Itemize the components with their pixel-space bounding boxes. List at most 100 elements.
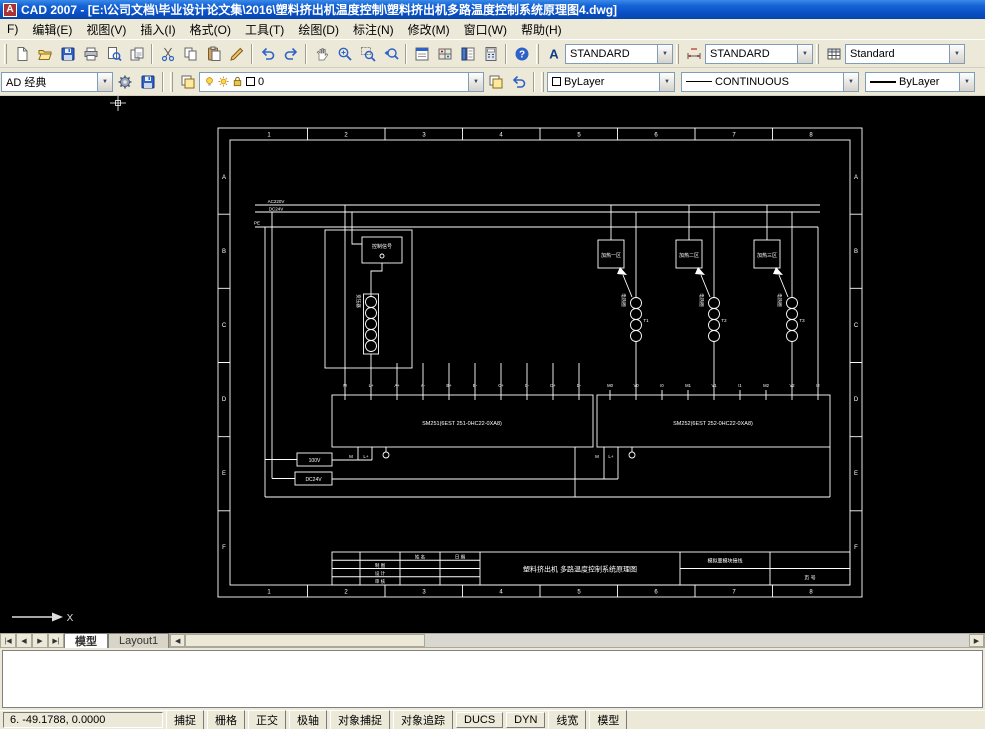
properties-button[interactable] <box>410 42 433 65</box>
make-object-layer-current-button[interactable] <box>484 70 507 93</box>
prev-tab-button[interactable]: ◀ <box>16 633 32 648</box>
redo-button[interactable] <box>279 42 302 65</box>
toolbar-grip[interactable] <box>541 71 544 92</box>
menu-window[interactable]: 窗口(W) <box>457 18 514 41</box>
chevron-down-icon[interactable]: ▼ <box>949 44 964 63</box>
scroll-right-icon[interactable]: ▶ <box>969 634 984 647</box>
toggle-lwt[interactable]: 线宽 <box>548 710 587 729</box>
chevron-down-icon[interactable]: ▼ <box>97 72 112 91</box>
toggle-ducs[interactable]: DUCS <box>456 712 504 728</box>
plot-button[interactable] <box>79 42 102 65</box>
toggle-snap[interactable]: 捕捉 <box>166 710 204 729</box>
coordinate-display[interactable]: 6. -49.1788, 0.0000 <box>3 712 163 728</box>
text-style-button[interactable] <box>542 42 565 65</box>
menu-tools[interactable]: 工具(T) <box>238 18 291 41</box>
toggle-otrack[interactable]: 对象追踪 <box>393 710 453 729</box>
toggle-grid[interactable]: 栅格 <box>207 710 245 729</box>
menu-format[interactable]: 格式(O) <box>183 18 238 41</box>
bulb-icon[interactable] <box>204 76 215 87</box>
layer-previous-button[interactable] <box>507 70 530 93</box>
svg-text:C: C <box>222 323 227 329</box>
copy-icon <box>183 46 199 62</box>
help-button[interactable] <box>510 42 533 65</box>
paste-button[interactable] <box>202 42 225 65</box>
svg-text:电热圈: 电热圈 <box>776 293 783 307</box>
toggle-osnap[interactable]: 对象捕捉 <box>330 710 390 729</box>
toolbar-grip[interactable] <box>536 43 539 64</box>
sun-icon[interactable] <box>218 76 229 87</box>
scrollbar-thumb[interactable] <box>185 634 426 647</box>
toolbar-grip[interactable] <box>4 43 7 64</box>
chevron-down-icon[interactable]: ▼ <box>843 72 858 91</box>
tab-layout1[interactable]: Layout1 <box>108 633 170 648</box>
svg-text:8: 8 <box>809 133 813 139</box>
table-style-button[interactable] <box>822 42 845 65</box>
workspace-settings-button[interactable] <box>113 70 136 93</box>
toggle-dyn[interactable]: DYN <box>506 712 546 728</box>
dim-style-combo[interactable]: STANDARD ▼ <box>705 43 813 64</box>
chevron-down-icon[interactable]: ▼ <box>657 44 672 63</box>
open-file-button[interactable] <box>33 42 56 65</box>
save-workspace-button[interactable] <box>136 70 159 93</box>
toolbar-grip[interactable] <box>170 71 173 92</box>
toggle-model[interactable]: 模型 <box>589 710 628 729</box>
menu-draw[interactable]: 绘图(D) <box>291 18 346 41</box>
menu-view[interactable]: 视图(V) <box>79 18 133 41</box>
toggle-ortho[interactable]: 正交 <box>248 710 286 729</box>
plot-preview-button[interactable] <box>102 42 125 65</box>
toolbar-separator <box>162 71 164 92</box>
toggle-polar[interactable]: 极轴 <box>289 710 327 729</box>
horizontal-scrollbar[interactable]: ◀ ▶ <box>169 633 985 648</box>
save-button[interactable] <box>56 42 79 65</box>
chevron-down-icon[interactable]: ▼ <box>797 44 812 63</box>
cut-button[interactable] <box>156 42 179 65</box>
new-file-button[interactable] <box>10 42 33 65</box>
scrollbar-track[interactable] <box>425 634 969 647</box>
toolbar-grip[interactable] <box>676 43 679 64</box>
menu-file[interactable]: F) <box>0 19 25 39</box>
zoom-previous-button[interactable] <box>379 42 402 65</box>
menu-edit[interactable]: 编辑(E) <box>25 18 79 41</box>
scroll-left-icon[interactable]: ◀ <box>170 634 186 647</box>
publish-icon <box>129 46 145 62</box>
match-properties-button[interactable] <box>225 42 248 65</box>
workspace-combo[interactable]: AD 经典 ▼ <box>1 71 113 92</box>
publish-button[interactable] <box>125 42 148 65</box>
svg-text:D+: D+ <box>550 383 556 388</box>
menu-insert[interactable]: 插入(I) <box>133 18 182 41</box>
quickcalc-button[interactable] <box>479 42 502 65</box>
layer-combo[interactable]: 0 ▼ <box>199 71 484 92</box>
dim-style-button[interactable] <box>682 42 705 65</box>
chevron-down-icon[interactable]: ▼ <box>468 72 483 91</box>
command-line-input[interactable] <box>2 650 983 708</box>
zoom-realtime-button[interactable] <box>333 42 356 65</box>
last-tab-button[interactable]: ▶| <box>48 633 64 648</box>
next-tab-button[interactable]: ▶ <box>32 633 48 648</box>
chevron-down-icon[interactable]: ▼ <box>659 72 674 91</box>
match-properties-icon <box>229 46 245 62</box>
lock-icon[interactable] <box>232 76 243 87</box>
app-icon[interactable]: A <box>3 2 17 17</box>
linetype-combo[interactable]: CONTINUOUS ▼ <box>681 71 859 92</box>
menu-modify[interactable]: 修改(M) <box>401 18 457 41</box>
designcenter-button[interactable] <box>433 42 456 65</box>
svg-text:7: 7 <box>732 133 736 139</box>
menu-help[interactable]: 帮助(H) <box>514 18 569 41</box>
layer-properties-button[interactable] <box>176 70 199 93</box>
tab-model[interactable]: 模型 <box>64 633 108 648</box>
chevron-down-icon[interactable]: ▼ <box>959 72 974 91</box>
copy-button[interactable] <box>179 42 202 65</box>
menu-dimension[interactable]: 标注(N) <box>346 18 401 41</box>
lineweight-combo[interactable]: ByLayer ▼ <box>865 71 975 92</box>
text-style-combo[interactable]: STANDARD ▼ <box>565 43 673 64</box>
table-style-combo[interactable]: Standard ▼ <box>845 43 965 64</box>
toolbar-grip[interactable] <box>816 43 819 64</box>
undo-button[interactable] <box>256 42 279 65</box>
tool-palettes-button[interactable] <box>456 42 479 65</box>
drawing-area[interactable]: 1 2 3 4 5 6 7 8 1 2 3 4 5 6 7 8 A B C D E F A B C D E F AC220V D… <box>0 96 985 633</box>
first-tab-button[interactable]: |◀ <box>0 633 16 648</box>
crosshair-cursor <box>110 96 126 111</box>
pan-button[interactable] <box>310 42 333 65</box>
color-combo[interactable]: ByLayer ▼ <box>547 71 675 92</box>
zoom-window-button[interactable] <box>356 42 379 65</box>
